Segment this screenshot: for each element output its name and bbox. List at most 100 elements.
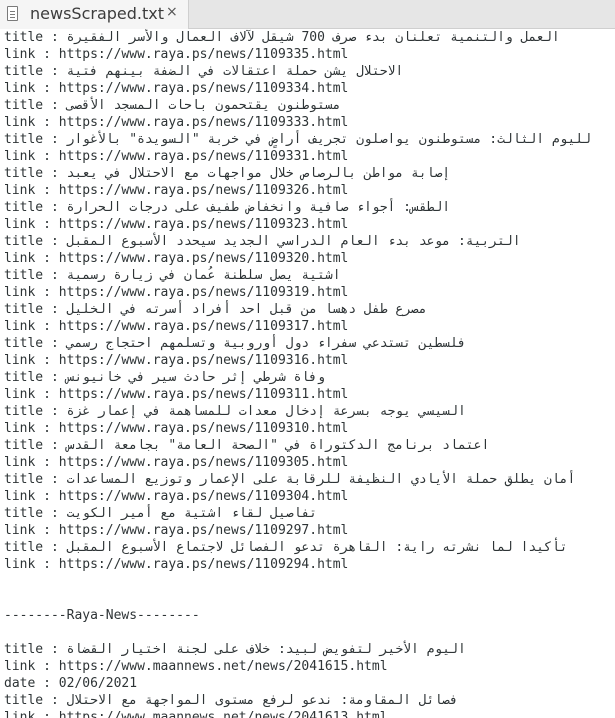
text-file-icon <box>7 6 18 21</box>
line-key: title : <box>4 472 67 487</box>
line-value: اعتماد برنامج الدكتوراة في "الصحة العامة… <box>66 438 490 453</box>
text-line: link : https://www.raya.ps/news/1109317.… <box>4 318 615 335</box>
text-line: link : https://www.raya.ps/news/1109320.… <box>4 250 615 267</box>
text-line: title : تأكيدا لما نشرته راية: القاهرة ت… <box>4 539 615 556</box>
text-line: --------Raya-News-------- <box>4 607 615 624</box>
text-line: title : فلسطين تستدعي سفراء دول أوروبية … <box>4 335 615 352</box>
text-line: link : https://www.raya.ps/news/1109297.… <box>4 522 615 539</box>
text-line <box>4 573 615 590</box>
line-key: title : <box>4 693 67 708</box>
line-value: https://www.raya.ps/news/1109316.html <box>58 353 349 368</box>
line-key: title : <box>4 302 67 317</box>
text-line: title : مصرع طفل دهسا من قبل احد أفراد أ… <box>4 301 615 318</box>
text-line: title : تفاصيل لقاء اشتية مع أمير الكويت <box>4 505 615 522</box>
line-value: السيسي يوجه بسرعة إدخال معدات للمساهمة ف… <box>66 404 466 419</box>
line-value: فصائل المقاومة: ندعو لرفع مستوى المواجهة… <box>66 693 458 708</box>
line-value: https://www.raya.ps/news/1109335.html <box>58 47 349 62</box>
line-key: title : <box>4 336 67 351</box>
line-key: title : <box>4 370 67 385</box>
line-key: date : <box>4 676 59 691</box>
line-value: مستوطنون يقتحمون باحات المسجد الأقصى <box>66 98 341 113</box>
text-line: link : https://www.maannews.net/news/204… <box>4 709 615 718</box>
line-value: اليوم الأخير لتفويض لبيد: خلاف على لجنة … <box>66 642 466 657</box>
line-key: link : <box>4 353 59 368</box>
text-line: title : الاحتلال يشن حملة اعتقالات في ال… <box>4 63 615 80</box>
text-line: link : https://www.raya.ps/news/1109304.… <box>4 488 615 505</box>
line-key: title : <box>4 30 67 45</box>
text-line: link : https://www.raya.ps/news/1109333.… <box>4 114 615 131</box>
line-value: إصابة مواطن بالرصاص خلال مواجهات مع الاح… <box>66 166 451 181</box>
line-key: title : <box>4 642 67 657</box>
text-line <box>4 590 615 607</box>
tab-news-scraped[interactable]: newsScraped.txt × <box>0 0 189 29</box>
line-value: 02/06/2021 <box>58 676 138 691</box>
line-key: link : <box>4 557 59 572</box>
text-line: title : الطقس: أجواء صافية وانخفاض طفيف … <box>4 199 615 216</box>
line-key: link : <box>4 285 59 300</box>
line-key: link : <box>4 710 59 718</box>
line-key: link : <box>4 115 59 130</box>
line-key: link : <box>4 523 59 538</box>
line-key: link : <box>4 319 59 334</box>
text-line: title : العمل والتنمية تعلنان بدء صرف 70… <box>4 29 615 46</box>
close-icon[interactable]: × <box>166 4 178 20</box>
line-key: title : <box>4 540 67 555</box>
line-value: https://www.raya.ps/news/1109310.html <box>58 421 349 436</box>
text-line: link : https://www.raya.ps/news/1109316.… <box>4 352 615 369</box>
text-line: title : إصابة مواطن بالرصاص خلال مواجهات… <box>4 165 615 182</box>
text-line: link : https://www.raya.ps/news/1109310.… <box>4 420 615 437</box>
line-key: title : <box>4 438 67 453</box>
line-value: مصرع طفل دهسا من قبل احد أفراد أسرته في … <box>66 302 427 317</box>
line-key: title : <box>4 234 67 249</box>
text-line: title : وفاة شرطي إثر حادث سير في خانيون… <box>4 369 615 386</box>
line-key: link : <box>4 659 59 674</box>
line-value: الاحتلال يشن حملة اعتقالات في الضفة بينه… <box>66 64 404 79</box>
line-value: https://www.raya.ps/news/1109297.html <box>58 523 349 538</box>
line-key: title : <box>4 98 67 113</box>
text-line: title : فصائل المقاومة: ندعو لرفع مستوى … <box>4 692 615 709</box>
text-line: title : مستوطنون يقتحمون باحات المسجد ال… <box>4 97 615 114</box>
text-line: link : https://www.raya.ps/news/1109311.… <box>4 386 615 403</box>
line-value: https://www.raya.ps/news/1109320.html <box>58 251 349 266</box>
line-key: title : <box>4 200 67 215</box>
line-key: title : <box>4 506 67 521</box>
line-value: https://www.maannews.net/news/2041613.ht… <box>58 710 388 718</box>
line-value: --------Raya-News-------- <box>4 608 200 623</box>
line-key: title : <box>4 268 67 283</box>
line-value: أمان يطلق حملة الأيادي النظيفة للرقابة ع… <box>66 472 576 487</box>
text-line: title : التربية: موعد بدء العام الدراسي … <box>4 233 615 250</box>
text-line: title : أمان يطلق حملة الأيادي النظيفة ل… <box>4 471 615 488</box>
text-line: title : السيسي يوجه بسرعة إدخال معدات لل… <box>4 403 615 420</box>
text-line: link : https://www.raya.ps/news/1109294.… <box>4 556 615 573</box>
text-line: link : https://www.raya.ps/news/1109331.… <box>4 148 615 165</box>
line-value: https://www.raya.ps/news/1109331.html <box>58 149 349 164</box>
line-key: link : <box>4 251 59 266</box>
text-line: link : https://www.raya.ps/news/1109335.… <box>4 46 615 63</box>
text-line: title : اعتماد برنامج الدكتوراة في "الصح… <box>4 437 615 454</box>
line-key: title : <box>4 404 67 419</box>
text-line: link : https://www.raya.ps/news/1109334.… <box>4 80 615 97</box>
line-key: title : <box>4 64 67 79</box>
line-value: التربية: موعد بدء العام الدراسي الجديد س… <box>66 234 521 249</box>
line-value: وفاة شرطي إثر حادث سير في خانيونس <box>66 370 325 385</box>
line-value: https://www.raya.ps/news/1109294.html <box>58 557 349 572</box>
line-value: العمل والتنمية تعلنان بدء صرف 700 شيقل ل… <box>66 30 560 45</box>
line-value: تفاصيل لقاء اشتية مع أمير الكويت <box>66 506 318 521</box>
line-value: https://www.raya.ps/news/1109311.html <box>58 387 349 402</box>
text-line: link : https://www.raya.ps/news/1109305.… <box>4 454 615 471</box>
text-line: link : https://www.maannews.net/news/204… <box>4 658 615 675</box>
line-key: link : <box>4 217 59 232</box>
line-value: الطقس: أجواء صافية وانخفاض طفيف على درجا… <box>66 200 451 215</box>
text-editor[interactable]: title : العمل والتنمية تعلنان بدء صرف 70… <box>0 29 615 718</box>
text-line <box>4 624 615 641</box>
line-key: link : <box>4 421 59 436</box>
line-value: https://www.raya.ps/news/1109333.html <box>58 115 349 130</box>
line-key: link : <box>4 81 59 96</box>
tab-label: newsScraped.txt <box>30 4 164 23</box>
line-key: title : <box>4 166 67 181</box>
text-line: date : 02/06/2021 <box>4 675 615 692</box>
line-key: link : <box>4 47 59 62</box>
text-line: title : اشتية يصل سلطنة عُمان في زيارة ر… <box>4 267 615 284</box>
line-value: فلسطين تستدعي سفراء دول أوروبية وتسلمهم … <box>66 336 466 351</box>
line-value: لليوم الثالث: مستوطنون يواصلون تجريف أرا… <box>66 132 592 147</box>
